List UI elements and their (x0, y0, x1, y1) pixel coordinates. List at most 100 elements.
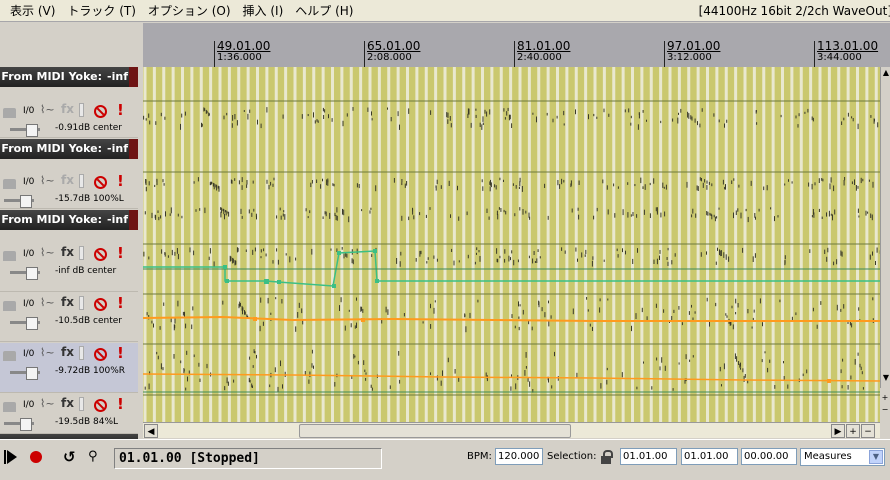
pan-slider[interactable] (10, 367, 46, 380)
menu-options[interactable]: オプション (O) (142, 0, 237, 22)
folder-icon[interactable] (3, 402, 16, 412)
envelope-point[interactable] (225, 279, 229, 283)
folder-icon[interactable] (3, 179, 16, 189)
envelope-point[interactable] (361, 318, 365, 322)
envelope-point[interactable] (264, 279, 269, 284)
record-arm-icon[interactable]: ! (117, 344, 124, 362)
envelope-icon[interactable]: ⌇~ (40, 174, 55, 187)
menu-view[interactable]: 表示 (V) (0, 0, 61, 22)
envelope-icon[interactable]: ⌇~ (40, 397, 55, 410)
fx-button[interactable]: fx (61, 102, 74, 116)
time-mode-select[interactable]: Measures ▼ (800, 448, 885, 466)
zoom-out-icon[interactable]: − (861, 424, 875, 438)
selection-length-field[interactable]: 00.00.00 (741, 448, 797, 465)
envelope-icon[interactable]: ⌇~ (40, 103, 55, 116)
fx-bypass-toggle[interactable] (79, 103, 84, 117)
zoom-in-icon[interactable]: + (846, 424, 860, 438)
timeline-ruler[interactable]: 49.01.00 1:36.000 65.01.00 2:08.000 81.0… (143, 23, 890, 67)
fx-button[interactable]: fx (61, 245, 74, 259)
fx-button[interactable]: fx (61, 173, 74, 187)
io-button[interactable]: I/0 (23, 400, 34, 410)
record-arm-icon[interactable]: ! (117, 294, 124, 312)
fx-bypass-toggle[interactable] (79, 174, 84, 188)
envelope-point[interactable] (223, 265, 227, 269)
envelope-icon[interactable]: ⌇~ (40, 346, 55, 359)
io-button[interactable]: I/0 (23, 177, 34, 187)
arrange-canvas[interactable] (143, 67, 881, 422)
selection-end-field[interactable]: 01.01.00 (681, 448, 738, 465)
envelope-point[interactable] (332, 284, 336, 288)
metronome-icon[interactable]: ⚲ (88, 448, 98, 466)
folder-icon[interactable] (3, 351, 16, 361)
mute-icon[interactable] (94, 298, 107, 311)
fx-button[interactable]: fx (61, 295, 74, 309)
mute-icon[interactable] (94, 105, 107, 118)
fx-bypass-toggle[interactable] (79, 246, 84, 260)
io-button[interactable]: I/0 (23, 106, 34, 116)
track-control[interactable]: I/0 ⌇~ fx ! -inf dB center (0, 243, 138, 292)
mute-icon[interactable] (94, 399, 107, 412)
pan-slider[interactable] (10, 124, 40, 137)
lock-icon[interactable] (600, 450, 613, 464)
record-arm-icon[interactable]: ! (117, 101, 124, 119)
bpm-field[interactable]: 120.000 (495, 448, 543, 465)
horizontal-scrollbar[interactable]: ◀ ▶ + − (143, 422, 880, 438)
envelope-point[interactable] (337, 251, 341, 255)
track-control[interactable]: I/0 ⌇~ fx ! -15.7dB 100%L (0, 171, 138, 209)
scroll-up-icon[interactable]: ▲ (881, 67, 890, 78)
envelope-point[interactable] (373, 249, 377, 253)
menu-insert[interactable]: 挿入 (I) (237, 0, 290, 22)
vertical-scrollbar[interactable]: ▲ ▼ (880, 67, 890, 422)
folder-icon[interactable] (3, 301, 16, 311)
loop-icon[interactable]: ↺ (63, 448, 76, 466)
midi-note (228, 211, 230, 217)
track-name-bar[interactable]: n From MIDI Yoke: -inf (0, 67, 138, 87)
track-name-bar[interactable]: n From MIDI Yoke: -inf (0, 139, 138, 159)
menu-help[interactable]: ヘルプ (H) (289, 0, 359, 22)
pan-slider[interactable] (4, 195, 34, 208)
fx-bypass-toggle[interactable] (79, 296, 84, 310)
envelope-point[interactable] (277, 280, 281, 284)
play-icon[interactable] (4, 448, 18, 466)
track-control[interactable]: I/0 ⌇~ fx ! -19.5dB 84%L (0, 394, 138, 434)
fx-bypass-toggle[interactable] (79, 346, 84, 360)
envelope-icon[interactable]: ⌇~ (40, 296, 55, 309)
envelope-point[interactable] (375, 279, 379, 283)
fx-button[interactable]: fx (61, 396, 74, 410)
folder-icon[interactable] (3, 108, 16, 118)
io-button[interactable]: I/0 (23, 249, 34, 259)
arrange-view[interactable] (143, 67, 881, 422)
track-name-bar[interactable]: n From MIDI Yoke: -inf (0, 210, 138, 230)
mute-icon[interactable] (94, 348, 107, 361)
mute-icon[interactable] (94, 248, 107, 261)
pan-slider[interactable] (10, 317, 40, 330)
midi-note (720, 250, 722, 257)
pan-slider[interactable] (4, 418, 34, 431)
menu-track[interactable]: トラック (T) (61, 0, 142, 22)
io-button[interactable]: I/0 (23, 349, 34, 359)
scroll-thumb[interactable] (299, 424, 571, 438)
zoom-in-vertical-icon[interactable]: + (880, 392, 890, 403)
folder-icon[interactable] (3, 251, 16, 261)
fx-button[interactable]: fx (61, 345, 74, 359)
selection-start-field[interactable]: 01.01.00 (620, 448, 677, 465)
pan-slider[interactable] (10, 267, 40, 280)
track-control-selected[interactable]: I/0 ⌇~ fx ! -9.72dB 100%R (0, 343, 138, 393)
record-arm-icon[interactable]: ! (117, 395, 124, 413)
track-control[interactable]: I/0 ⌇~ fx ! -0.91dB center (0, 100, 138, 138)
fx-bypass-toggle[interactable] (79, 397, 84, 411)
scroll-right-icon[interactable]: ▶ (831, 424, 845, 438)
zoom-out-vertical-icon[interactable]: − (880, 404, 890, 415)
chevron-down-icon[interactable]: ▼ (869, 450, 883, 464)
envelope-point[interactable] (253, 317, 257, 321)
envelope-point[interactable] (827, 379, 831, 383)
track-control[interactable]: I/0 ⌇~ fx ! -10.5dB center (0, 293, 138, 342)
record-arm-icon[interactable]: ! (117, 244, 124, 262)
record-arm-icon[interactable]: ! (117, 172, 124, 190)
scroll-down-icon[interactable]: ▼ (881, 372, 890, 383)
mute-icon[interactable] (94, 176, 107, 189)
io-button[interactable]: I/0 (23, 299, 34, 309)
record-icon[interactable] (30, 451, 42, 463)
scroll-left-icon[interactable]: ◀ (144, 424, 158, 438)
envelope-icon[interactable]: ⌇~ (40, 246, 55, 259)
